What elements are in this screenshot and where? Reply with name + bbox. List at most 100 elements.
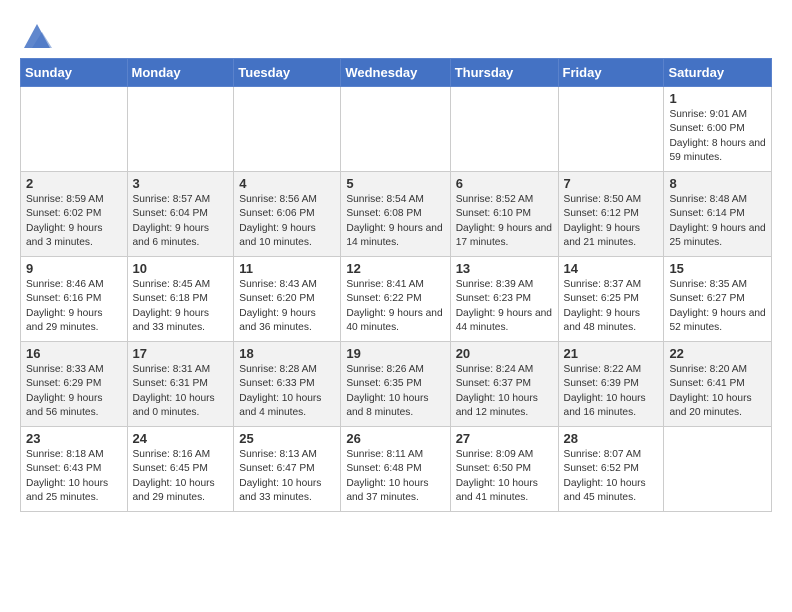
day-number: 27 bbox=[456, 431, 553, 446]
calendar-table: SundayMondayTuesdayWednesdayThursdayFrid… bbox=[20, 58, 772, 512]
day-number: 10 bbox=[133, 261, 229, 276]
day-info: Sunrise: 8:11 AM Sunset: 6:48 PM Dayligh… bbox=[346, 448, 444, 505]
day-number: 26 bbox=[346, 431, 444, 446]
calendar-cell: 4Sunrise: 8:56 AM Sunset: 6:06 PM Daylig… bbox=[234, 172, 341, 257]
calendar-cell: 18 Sunrise: 8:28 AM Sunset: 6:33 PM Dayli… bbox=[234, 342, 341, 427]
calendar-cell: 9 Sunrise: 8:46 AM Sunset: 6:16 PM Daylig… bbox=[21, 257, 128, 342]
calendar-header-row: SundayMondayTuesdayWednesdayThursdayFrid… bbox=[21, 59, 772, 87]
calendar-week-4: 16 Sunrise: 8:33 AM Sunset: 6:29 PM Dayli… bbox=[21, 342, 772, 427]
calendar-cell: 12Sunrise: 8:41 AM Sunset: 6:22 PM Dayli… bbox=[341, 257, 450, 342]
calendar-cell bbox=[558, 87, 664, 172]
calendar-cell bbox=[127, 87, 234, 172]
day-info: Sunrise: 8:54 AM Sunset: 6:08 PM Dayligh… bbox=[346, 193, 444, 250]
calendar-cell bbox=[450, 87, 558, 172]
calendar-cell: 16 Sunrise: 8:33 AM Sunset: 6:29 PM Dayli… bbox=[21, 342, 128, 427]
calendar-cell bbox=[234, 87, 341, 172]
day-info: Sunrise: 8:35 AM Sunset: 6:27 PM Dayligh… bbox=[669, 278, 766, 335]
day-info: Sunrise: 8:28 AM Sunset: 6:33 PM Dayligh… bbox=[239, 363, 335, 420]
day-info: Sunrise: 8:41 AM Sunset: 6:22 PM Dayligh… bbox=[346, 278, 444, 335]
calendar-cell: 1 Sunrise: 9:01 AM Sunset: 6:00 PM Daylig… bbox=[664, 87, 772, 172]
day-info: Sunrise: 8:52 AM Sunset: 6:10 PM Dayligh… bbox=[456, 193, 553, 250]
calendar-week-1: 1 Sunrise: 9:01 AM Sunset: 6:00 PM Daylig… bbox=[21, 87, 772, 172]
day-info: Sunrise: 8:59 AM Sunset: 6:02 PM Dayligh… bbox=[26, 193, 122, 250]
day-number: 15 bbox=[669, 261, 766, 276]
day-number: 3 bbox=[133, 176, 229, 191]
calendar-cell: 24 Sunrise: 8:16 AM Sunset: 6:45 PM Dayli… bbox=[127, 427, 234, 512]
calendar-cell: 14 Sunrise: 8:37 AM Sunset: 6:25 PM Dayli… bbox=[558, 257, 664, 342]
day-info: Sunrise: 8:46 AM Sunset: 6:16 PM Dayligh… bbox=[26, 278, 122, 335]
day-number: 16 bbox=[26, 346, 122, 361]
day-info: Sunrise: 8:26 AM Sunset: 6:35 PM Dayligh… bbox=[346, 363, 444, 420]
col-header-friday: Friday bbox=[558, 59, 664, 87]
day-info: Sunrise: 8:50 AM Sunset: 6:12 PM Dayligh… bbox=[564, 193, 659, 250]
calendar-cell: 26 Sunrise: 8:11 AM Sunset: 6:48 PM Dayli… bbox=[341, 427, 450, 512]
day-number: 23 bbox=[26, 431, 122, 446]
day-info: Sunrise: 8:24 AM Sunset: 6:37 PM Dayligh… bbox=[456, 363, 553, 420]
day-number: 7 bbox=[564, 176, 659, 191]
calendar-cell: 27 Sunrise: 8:09 AM Sunset: 6:50 PM Dayli… bbox=[450, 427, 558, 512]
day-info: Sunrise: 8:45 AM Sunset: 6:18 PM Dayligh… bbox=[133, 278, 229, 335]
day-info: Sunrise: 8:13 AM Sunset: 6:47 PM Dayligh… bbox=[239, 448, 335, 505]
day-info: Sunrise: 8:57 AM Sunset: 6:04 PM Dayligh… bbox=[133, 193, 229, 250]
calendar-cell: 20 Sunrise: 8:24 AM Sunset: 6:37 PM Dayli… bbox=[450, 342, 558, 427]
day-info: Sunrise: 8:48 AM Sunset: 6:14 PM Dayligh… bbox=[669, 193, 766, 250]
day-number: 24 bbox=[133, 431, 229, 446]
col-header-monday: Monday bbox=[127, 59, 234, 87]
day-info: Sunrise: 8:33 AM Sunset: 6:29 PM Dayligh… bbox=[26, 363, 122, 420]
calendar-cell bbox=[341, 87, 450, 172]
day-number: 22 bbox=[669, 346, 766, 361]
calendar-cell: 11 Sunrise: 8:43 AM Sunset: 6:20 PM Dayli… bbox=[234, 257, 341, 342]
day-number: 21 bbox=[564, 346, 659, 361]
calendar-cell: 23 Sunrise: 8:18 AM Sunset: 6:43 PM Dayli… bbox=[21, 427, 128, 512]
day-info: Sunrise: 8:09 AM Sunset: 6:50 PM Dayligh… bbox=[456, 448, 553, 505]
day-info: Sunrise: 9:01 AM Sunset: 6:00 PM Dayligh… bbox=[669, 108, 766, 165]
calendar-cell: 8 Sunrise: 8:48 AM Sunset: 6:14 PM Daylig… bbox=[664, 172, 772, 257]
calendar-cell: 25 Sunrise: 8:13 AM Sunset: 6:47 PM Dayli… bbox=[234, 427, 341, 512]
page: SundayMondayTuesdayWednesdayThursdayFrid… bbox=[0, 0, 792, 532]
day-number: 17 bbox=[133, 346, 229, 361]
day-number: 2 bbox=[26, 176, 122, 191]
calendar-cell: 5 Sunrise: 8:54 AM Sunset: 6:08 PM Daylig… bbox=[341, 172, 450, 257]
day-number: 8 bbox=[669, 176, 766, 191]
calendar-cell: 7 Sunrise: 8:50 AM Sunset: 6:12 PM Daylig… bbox=[558, 172, 664, 257]
day-info: Sunrise: 8:22 AM Sunset: 6:39 PM Dayligh… bbox=[564, 363, 659, 420]
calendar-cell: 19 Sunrise: 8:26 AM Sunset: 6:35 PM Dayli… bbox=[341, 342, 450, 427]
day-number: 18 bbox=[239, 346, 335, 361]
calendar-week-2: 2 Sunrise: 8:59 AM Sunset: 6:02 PM Daylig… bbox=[21, 172, 772, 257]
logo bbox=[20, 20, 52, 48]
day-info: Sunrise: 8:43 AM Sunset: 6:20 PM Dayligh… bbox=[239, 278, 335, 335]
calendar-cell: 6 Sunrise: 8:52 AM Sunset: 6:10 PM Daylig… bbox=[450, 172, 558, 257]
calendar-week-3: 9 Sunrise: 8:46 AM Sunset: 6:16 PM Daylig… bbox=[21, 257, 772, 342]
day-number: 11 bbox=[239, 261, 335, 276]
col-header-tuesday: Tuesday bbox=[234, 59, 341, 87]
day-info: Sunrise: 8:18 AM Sunset: 6:43 PM Dayligh… bbox=[26, 448, 122, 505]
day-number: 9 bbox=[26, 261, 122, 276]
calendar-cell: 28Sunrise: 8:07 AM Sunset: 6:52 PM Dayli… bbox=[558, 427, 664, 512]
calendar-cell: 10 Sunrise: 8:45 AM Sunset: 6:18 PM Dayli… bbox=[127, 257, 234, 342]
day-number: 5 bbox=[346, 176, 444, 191]
day-info: Sunrise: 8:20 AM Sunset: 6:41 PM Dayligh… bbox=[669, 363, 766, 420]
col-header-sunday: Sunday bbox=[21, 59, 128, 87]
day-number: 25 bbox=[239, 431, 335, 446]
calendar-cell: 13 Sunrise: 8:39 AM Sunset: 6:23 PM Dayli… bbox=[450, 257, 558, 342]
col-header-thursday: Thursday bbox=[450, 59, 558, 87]
day-info: Sunrise: 8:31 AM Sunset: 6:31 PM Dayligh… bbox=[133, 363, 229, 420]
day-info: Sunrise: 8:07 AM Sunset: 6:52 PM Dayligh… bbox=[564, 448, 659, 505]
calendar-cell: 22 Sunrise: 8:20 AM Sunset: 6:41 PM Dayli… bbox=[664, 342, 772, 427]
day-number: 19 bbox=[346, 346, 444, 361]
day-number: 14 bbox=[564, 261, 659, 276]
day-number: 20 bbox=[456, 346, 553, 361]
day-info: Sunrise: 8:37 AM Sunset: 6:25 PM Dayligh… bbox=[564, 278, 659, 335]
calendar-cell: 17 Sunrise: 8:31 AM Sunset: 6:31 PM Dayli… bbox=[127, 342, 234, 427]
calendar-cell: 15 Sunrise: 8:35 AM Sunset: 6:27 PM Dayli… bbox=[664, 257, 772, 342]
header bbox=[20, 20, 772, 48]
day-number: 1 bbox=[669, 91, 766, 106]
day-number: 6 bbox=[456, 176, 553, 191]
calendar-cell: 2 Sunrise: 8:59 AM Sunset: 6:02 PM Daylig… bbox=[21, 172, 128, 257]
calendar-cell: 21 Sunrise: 8:22 AM Sunset: 6:39 PM Dayli… bbox=[558, 342, 664, 427]
day-info: Sunrise: 8:39 AM Sunset: 6:23 PM Dayligh… bbox=[456, 278, 553, 335]
day-number: 13 bbox=[456, 261, 553, 276]
col-header-wednesday: Wednesday bbox=[341, 59, 450, 87]
calendar-week-5: 23 Sunrise: 8:18 AM Sunset: 6:43 PM Dayli… bbox=[21, 427, 772, 512]
day-info: Sunrise: 8:16 AM Sunset: 6:45 PM Dayligh… bbox=[133, 448, 229, 505]
